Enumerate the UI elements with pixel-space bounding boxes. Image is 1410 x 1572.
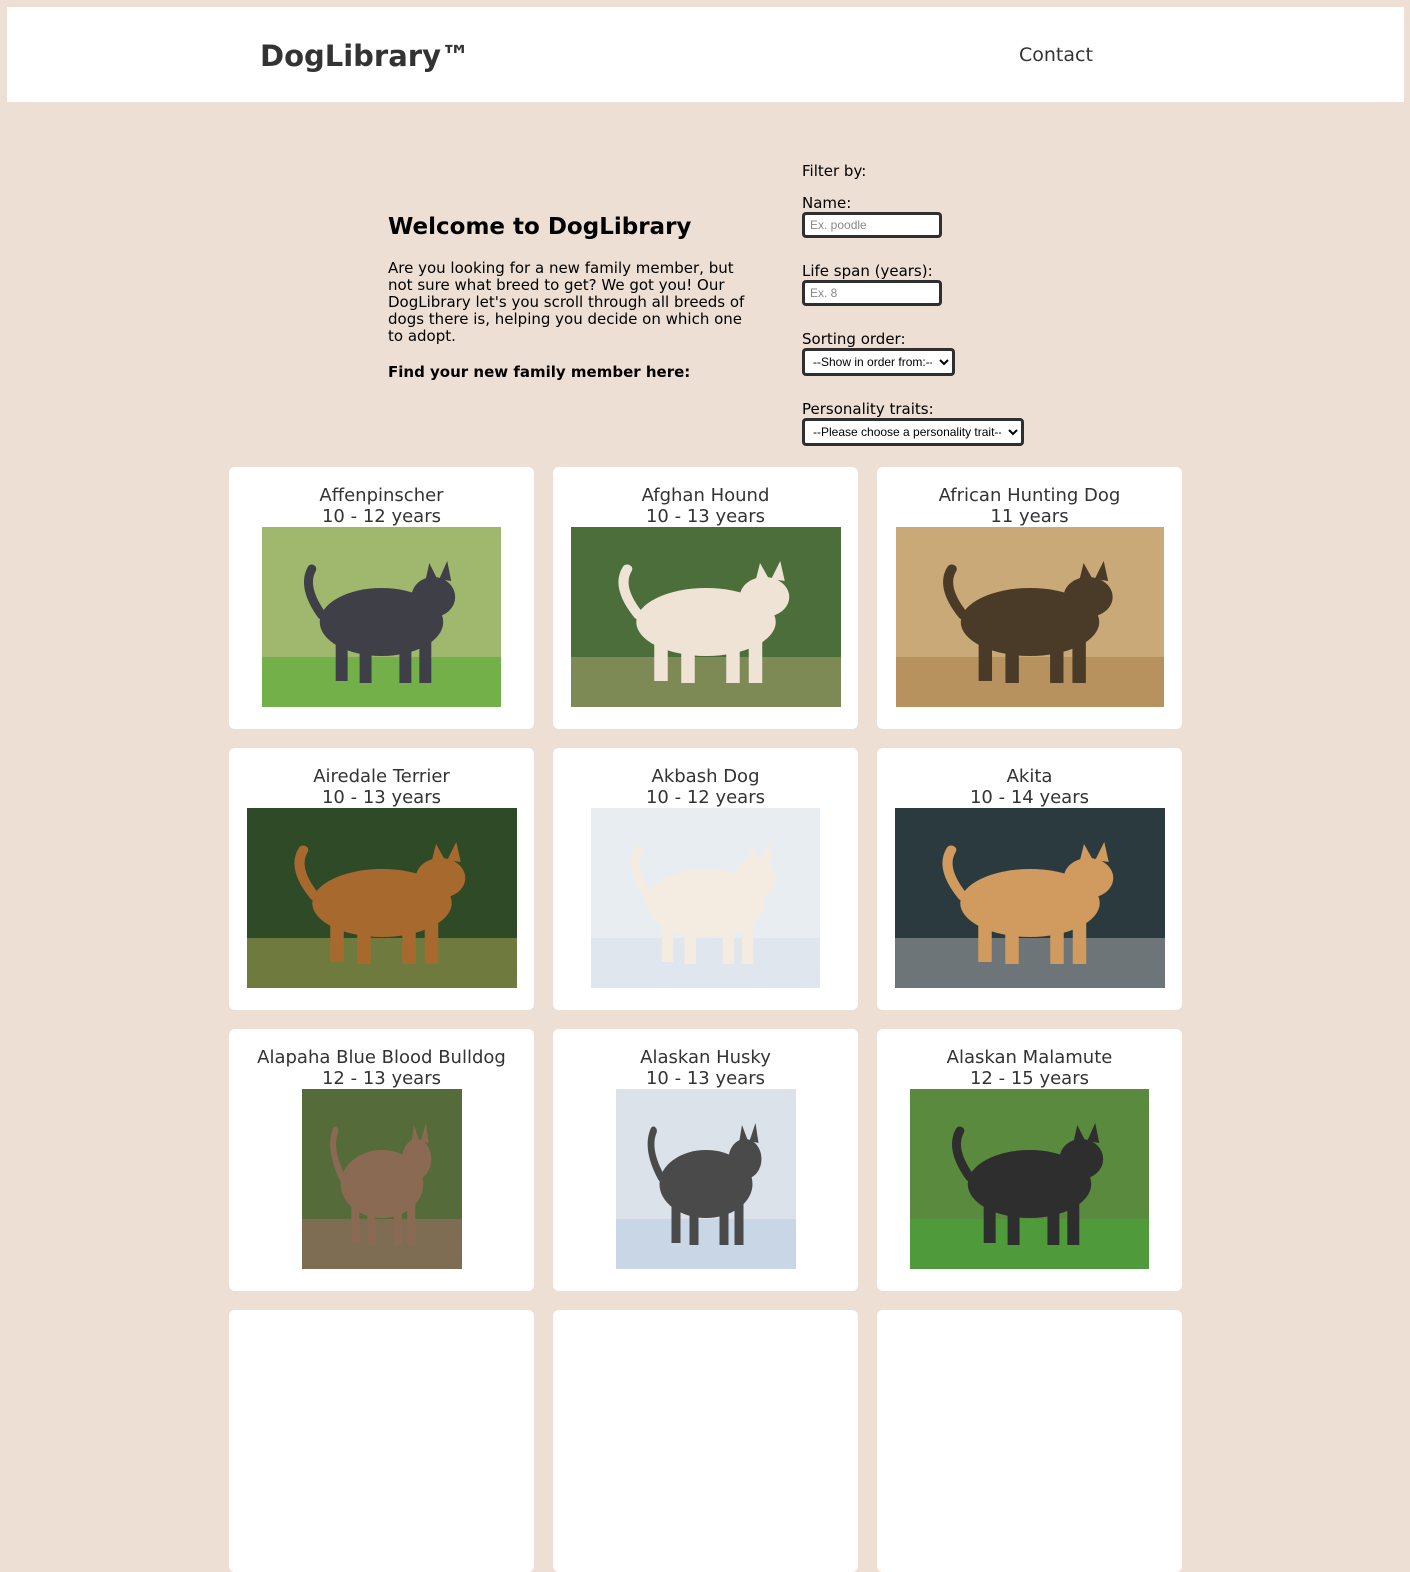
dog-card[interactable]: Akita 10 - 14 years — [877, 748, 1182, 1010]
dog-breed-name: Airedale Terrier — [313, 766, 450, 787]
dog-life-span: 12 - 15 years — [969, 1068, 1089, 1089]
intro-section: Welcome to DogLibrary Are you looking fo… — [388, 214, 748, 400]
dog-card[interactable] — [553, 1310, 858, 1572]
dog-breed-name: Alaskan Malamute — [946, 1047, 1113, 1068]
dog-life-span: 10 - 12 years — [645, 787, 765, 808]
name-filter-label: Name: — [802, 194, 852, 212]
dog-life-span: 12 - 13 years — [321, 1068, 441, 1089]
dog-life-span: 11 years — [990, 506, 1069, 527]
intro-text: Are you looking for a new family member,… — [388, 259, 745, 345]
dog-card[interactable] — [229, 1310, 534, 1572]
dog-card[interactable]: Alapaha Blue Blood Bulldog 12 - 13 years — [229, 1029, 534, 1291]
dog-photo — [570, 527, 841, 707]
personality-traits-label: Personality traits: — [802, 400, 934, 418]
find-member-text: Find your new family member here: — [388, 363, 691, 381]
sort-order-label: Sorting order: — [802, 330, 906, 348]
filter-panel: Filter by: Name: Life span (years): Sort… — [802, 162, 1122, 470]
dog-photo — [615, 1089, 796, 1269]
dog-card[interactable]: Afghan Hound 10 - 13 years — [553, 467, 858, 729]
dog-breed-name: Alaskan Husky — [640, 1047, 771, 1068]
dog-breed-name: Alapaha Blue Blood Bulldog — [257, 1047, 506, 1068]
contact-link[interactable]: Contact — [1019, 44, 1093, 66]
dog-card[interactable]: Akbash Dog 10 - 12 years — [553, 748, 858, 1010]
dog-card[interactable]: Affenpinscher 10 - 12 years — [229, 467, 534, 729]
dog-life-span: 10 - 13 years — [645, 506, 765, 527]
dog-card[interactable]: Alaskan Husky 10 - 13 years — [553, 1029, 858, 1291]
dog-life-span: 10 - 12 years — [321, 506, 441, 527]
dog-photo — [895, 527, 1164, 707]
dog-card[interactable]: Airedale Terrier 10 - 13 years — [229, 748, 534, 1010]
dog-card[interactable] — [877, 1310, 1182, 1572]
dog-life-span: 10 - 14 years — [969, 787, 1089, 808]
dog-breed-name: Affenpinscher — [319, 485, 444, 506]
lifespan-filter-input[interactable] — [802, 280, 942, 306]
dog-life-span: 10 - 13 years — [321, 787, 441, 808]
dog-card[interactable]: Alaskan Malamute 12 - 15 years — [877, 1029, 1182, 1291]
dog-photo — [262, 527, 501, 707]
top-header: DogLibrary™ Contact — [7, 7, 1404, 102]
dog-card-grid: Affenpinscher 10 - 12 years Afghan Hound 10… — [229, 467, 1182, 1572]
dog-card[interactable]: African Hunting Dog 11 years — [877, 467, 1182, 729]
dog-photo — [591, 808, 820, 988]
filter-title: Filter by: — [802, 162, 867, 180]
dog-photo — [246, 808, 517, 988]
sort-order-select[interactable]: --Show in order from:-- — [802, 348, 955, 376]
welcome-title: Welcome to DogLibrary — [388, 214, 692, 240]
dog-photo — [894, 808, 1165, 988]
lifespan-filter-label: Life span (years): — [802, 262, 933, 280]
dog-breed-name: African Hunting Dog — [938, 485, 1121, 506]
dog-breed-name: Akita — [1006, 766, 1053, 787]
dog-life-span: 10 - 13 years — [645, 1068, 765, 1089]
dog-breed-name: Afghan Hound — [641, 485, 770, 506]
dog-photo — [301, 1089, 462, 1269]
personality-traits-select[interactable]: --Please choose a personality trait-- — [802, 418, 1024, 446]
dog-breed-name: Akbash Dog — [651, 766, 760, 787]
name-filter-input[interactable] — [802, 212, 942, 238]
dog-photo — [910, 1089, 1149, 1269]
site-logo[interactable]: DogLibrary™ — [260, 39, 470, 73]
